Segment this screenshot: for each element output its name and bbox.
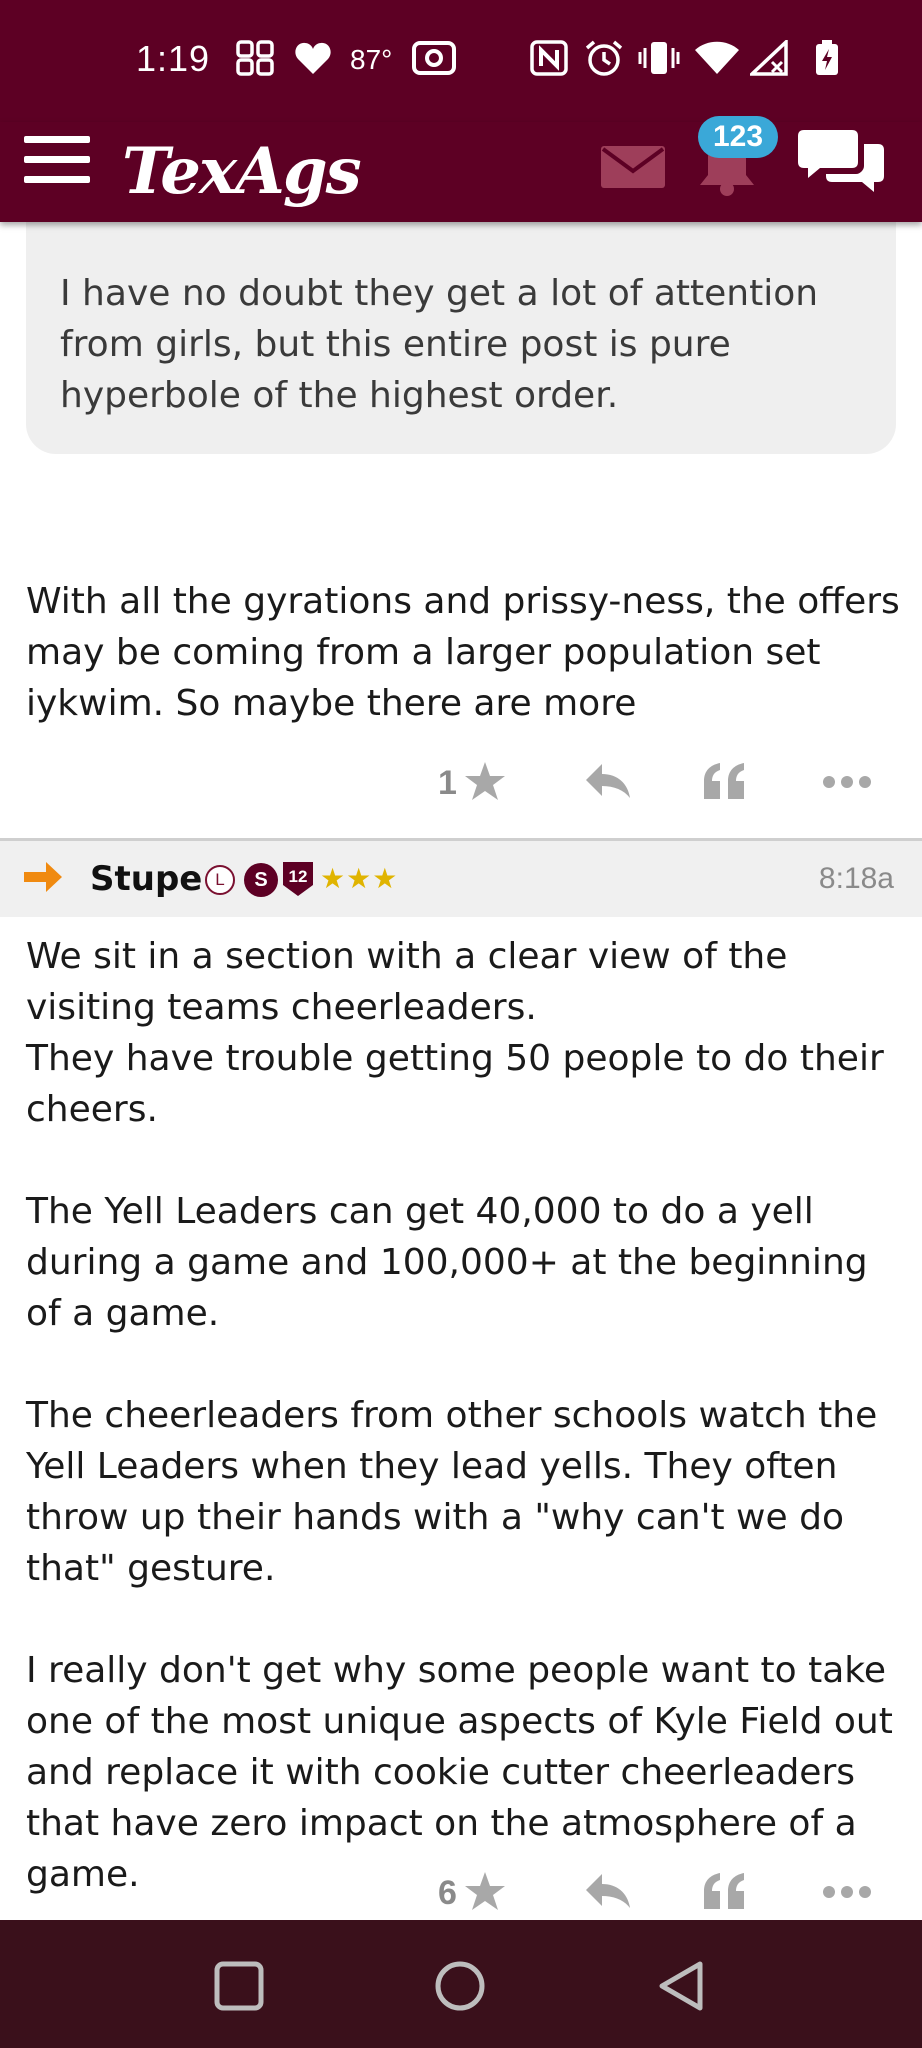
camera-icon [412,40,456,76]
reply-button[interactable] [584,748,632,818]
back-button[interactable] [654,1958,710,2014]
more-button[interactable] [822,748,872,818]
menu-icon[interactable] [24,134,90,186]
system-nav-bar [0,1920,922,2048]
star-count: 6 [438,1873,457,1912]
nfc-icon [530,40,568,76]
alarm-icon [584,40,624,76]
badge-s: S [244,863,278,897]
grid-widget-icon [236,40,274,76]
wifi-icon [694,40,740,76]
heart-icon [294,40,332,76]
reply-icon [584,1872,632,1914]
post-actions: 6 [0,1858,922,1928]
reply-icon [584,762,632,804]
arrow-right-icon [22,859,64,899]
star-button[interactable]: 6 [438,1858,507,1928]
quote-icon [702,1871,746,1915]
recents-button[interactable] [211,1958,267,2014]
quote-text: I have no doubt they get a lot of attent… [60,273,819,416]
author-name[interactable]: Stupe [90,841,202,917]
status-bar: 1:19 87° [0,0,922,122]
post-header: Stupe L S 12 ★★★ 8:18a [0,841,922,917]
more-icon [822,774,872,793]
user-stars: ★★★ [320,862,399,895]
star-button[interactable]: 1 [438,748,507,818]
reply-button[interactable] [584,1858,632,1928]
post-time: 8:18a [818,862,894,895]
chat-icon[interactable] [798,128,884,200]
home-button[interactable] [432,1958,488,2014]
battery-charging-icon [814,40,840,76]
quote-button[interactable] [702,748,746,818]
more-icon [822,1884,872,1903]
quote-icon [702,761,746,805]
mail-icon[interactable] [600,145,666,193]
svg-text:12: 12 [289,867,308,886]
quote-button[interactable] [702,1858,746,1928]
post-body: With all the gyrations and prissy-ness, … [26,581,900,724]
status-time: 1:19 [136,38,211,79]
star-count: 1 [438,763,457,802]
quoted-post: I have no doubt they get a lot of attent… [26,200,896,454]
temperature: 87° [350,44,393,75]
post-body: We sit in a section with a clear view of… [26,936,893,1895]
more-button[interactable] [822,1858,872,1928]
notification-badge[interactable]: 123 [698,116,778,158]
star-icon [463,1870,507,1916]
badge-l: L [205,865,235,895]
star-icon [463,760,507,806]
badge-12: 12 [282,861,314,897]
app-logo[interactable]: TexAgs [122,122,362,222]
vibrate-icon [638,40,680,76]
post-actions: 1 [0,748,922,818]
signal-icon [750,40,788,76]
